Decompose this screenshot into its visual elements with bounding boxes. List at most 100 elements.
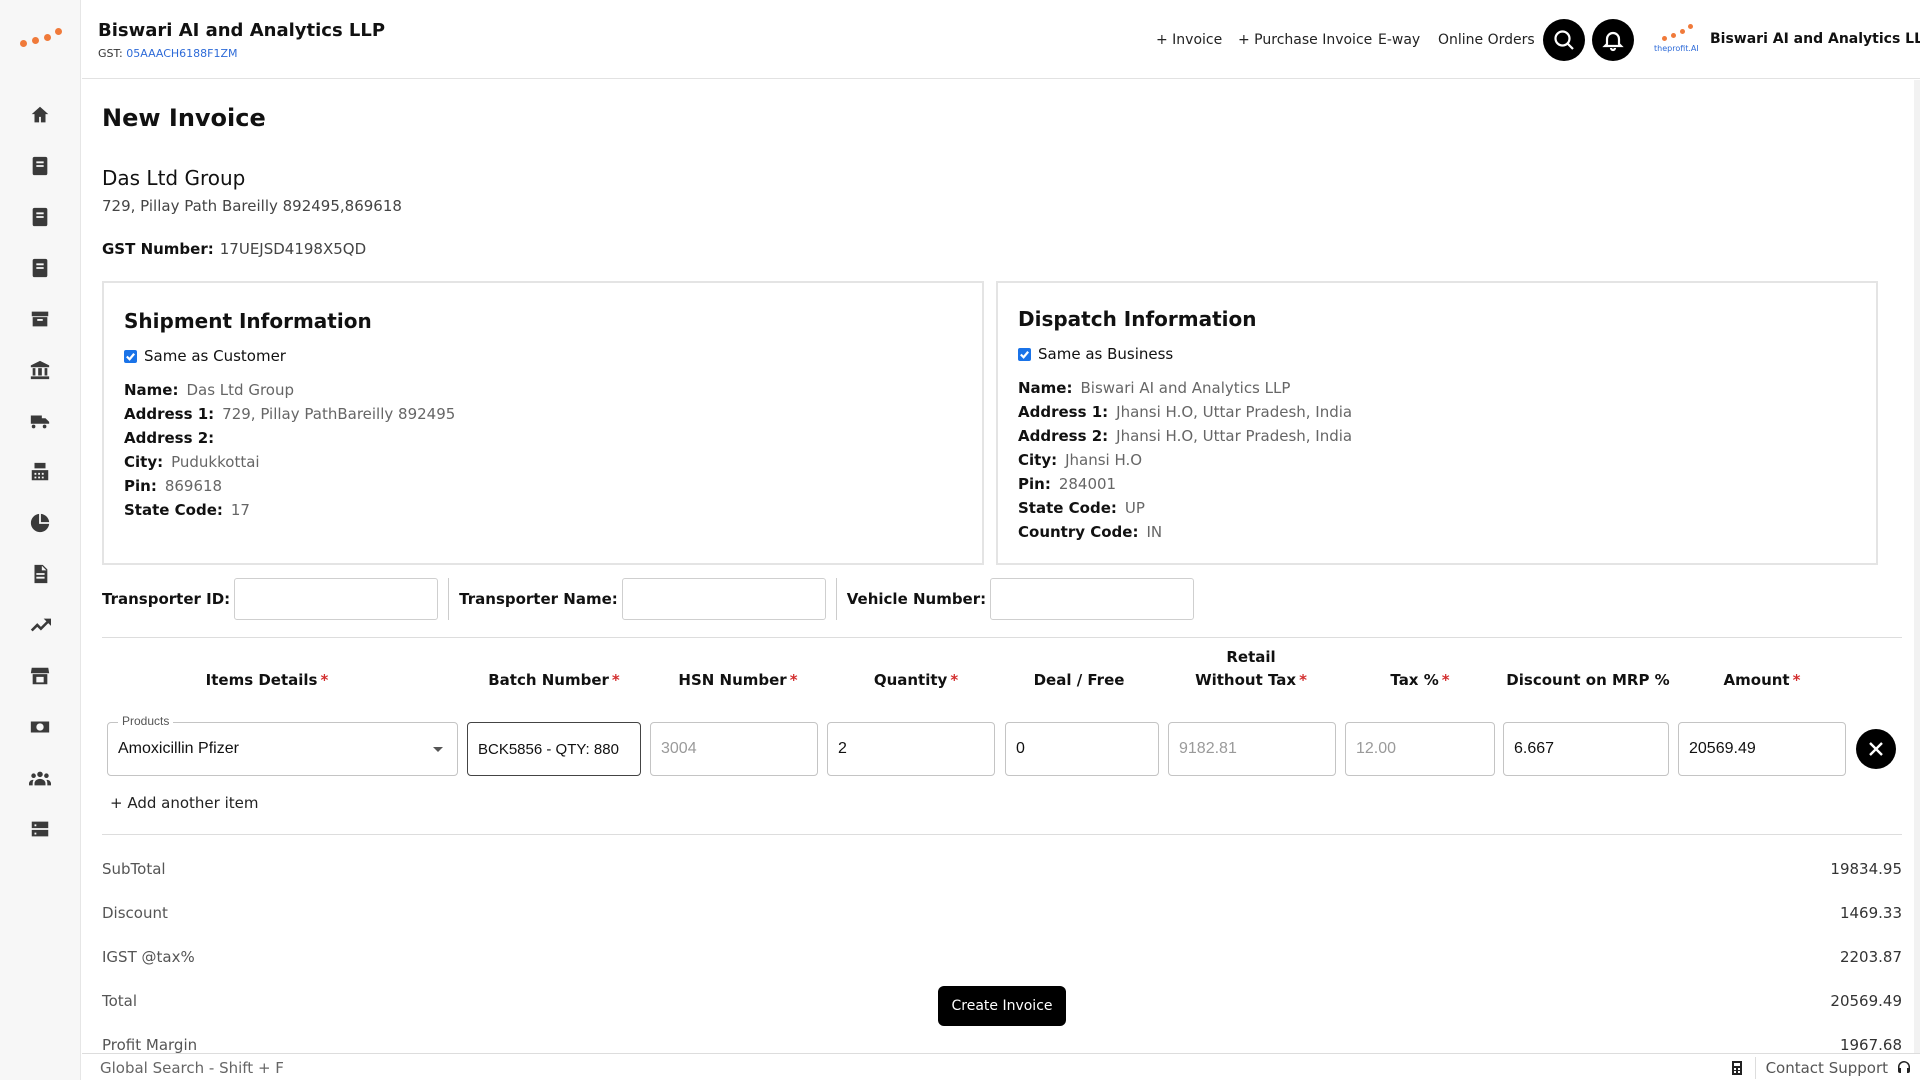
- shipment-info-box: Shipment Information Same as Customer Na…: [102, 281, 984, 565]
- brand-logo: theprofit.AI: [1654, 22, 1700, 56]
- col-deal-free: Deal / Free: [1033, 671, 1125, 689]
- col-amount: Amount *: [1723, 671, 1801, 689]
- add-item-button[interactable]: + Add another item: [110, 794, 258, 812]
- notifications-button[interactable]: [1592, 19, 1634, 61]
- col-hsn-number: HSN Number *: [678, 671, 798, 689]
- sidebar: [0, 0, 81, 1080]
- contact-support-link[interactable]: Contact Support: [1766, 1059, 1888, 1077]
- inventory-box-icon[interactable]: [28, 307, 52, 331]
- remove-item-button[interactable]: [1856, 729, 1896, 769]
- trending-up-icon[interactable]: [28, 613, 52, 637]
- vehicle-number-input[interactable]: [990, 578, 1195, 620]
- ledger-book-icon[interactable]: [28, 256, 52, 280]
- same-as-customer-checkbox[interactable]: Same as Customer: [124, 347, 286, 365]
- page-title: New Invoice: [102, 104, 266, 132]
- divider: [1754, 1057, 1756, 1079]
- bell-icon: [1602, 31, 1624, 52]
- same-as-business-checkbox[interactable]: Same as Business: [1018, 345, 1173, 363]
- retail-without-tax-input[interactable]: 9182.81: [1168, 722, 1336, 776]
- business-gst: GST: 05AAACH6188F1ZM: [98, 47, 238, 60]
- search-icon: [1554, 30, 1574, 50]
- discount-mrp-input[interactable]: 6.667: [1503, 722, 1669, 776]
- pos-terminal-icon[interactable]: [28, 460, 52, 484]
- col-retail-without-tax: Retail Without Tax *: [1195, 648, 1307, 689]
- divider: [102, 637, 1902, 638]
- customer-name: Das Ltd Group: [102, 166, 246, 190]
- new-invoice-link[interactable]: + Invoice: [1156, 32, 1222, 48]
- products-label: Products: [118, 714, 174, 728]
- shipment-city: City: Pudukkottai: [124, 453, 260, 471]
- customer-address: 729, Pillay Path Bareilly 892495,869618: [102, 197, 402, 215]
- create-invoice-button[interactable]: Create Invoice: [938, 986, 1066, 1026]
- col-items-details: Items Details *: [205, 671, 329, 689]
- deal-free-input[interactable]: 0: [1005, 722, 1159, 776]
- product-select[interactable]: Products Amoxicillin Pfizer: [107, 714, 458, 776]
- dispatch-info-box: Dispatch Information Same as Business Na…: [996, 281, 1878, 565]
- delivery-truck-icon[interactable]: [28, 409, 52, 433]
- customer-gst: GST Number: 17UEJSD4198X5QD: [102, 240, 367, 258]
- dispatch-name: Name: Biswari AI and Analytics LLP: [1018, 379, 1291, 397]
- dispatch-state-code: State Code: UP: [1018, 499, 1145, 517]
- users-group-icon[interactable]: [28, 766, 52, 790]
- transporter-row: Transporter ID: Transporter Name: Vehicl…: [102, 578, 1195, 620]
- divider: [448, 578, 450, 620]
- page-scrollbar[interactable]: [1914, 80, 1920, 1053]
- new-purchase-invoice-link[interactable]: + Purchase Invoice: [1238, 32, 1372, 48]
- pie-chart-icon[interactable]: [28, 511, 52, 535]
- purchase-book-icon[interactable]: [28, 205, 52, 229]
- dispatch-address1: Address 1: Jhansi H.O, Uttar Pradesh, Ind…: [1018, 403, 1353, 421]
- col-discount-mrp: Discount on MRP %: [1506, 671, 1670, 689]
- shipment-title: Shipment Information: [124, 309, 372, 333]
- chevron-down-icon: [433, 747, 443, 752]
- store-icon[interactable]: [28, 664, 52, 688]
- dispatch-title: Dispatch Information: [1018, 307, 1257, 331]
- close-icon: [1869, 742, 1883, 756]
- shipment-address2: Address 2:: [124, 429, 215, 447]
- home-icon[interactable]: [28, 103, 52, 127]
- shipment-state-code: State Code: 17: [124, 501, 250, 519]
- dispatch-city: City: Jhansi H.O: [1018, 451, 1143, 469]
- amount-input[interactable]: 20569.49: [1678, 722, 1846, 776]
- eway-link[interactable]: E-way: [1378, 32, 1420, 48]
- app-logo[interactable]: [18, 28, 64, 50]
- cash-icon[interactable]: [28, 715, 52, 739]
- transporter-id-input[interactable]: [234, 578, 439, 620]
- transporter-name-input[interactable]: [621, 578, 826, 620]
- global-search-hint[interactable]: Global Search - Shift + F: [100, 1059, 284, 1077]
- account-business-name[interactable]: Biswari AI and Analytics LLP: [1710, 31, 1920, 47]
- document-icon[interactable]: [28, 562, 52, 586]
- footer-bar: Global Search - Shift + F Contact Suppor…: [82, 1053, 1920, 1080]
- tax-input[interactable]: 12.00: [1345, 722, 1495, 776]
- business-name: Biswari AI and Analytics LLP: [98, 20, 386, 41]
- dispatch-pin: Pin: 284001: [1018, 475, 1117, 493]
- checkbox-checked-icon[interactable]: [124, 349, 137, 363]
- shipment-name: Name: Das Ltd Group: [124, 381, 295, 399]
- server-icon[interactable]: [28, 817, 52, 841]
- dispatch-country-code: Country Code: IN: [1018, 523, 1163, 541]
- calculator-icon[interactable]: [1729, 1060, 1745, 1076]
- online-orders-link[interactable]: Online Orders: [1438, 32, 1535, 48]
- transporter-id-label: Transporter ID:: [102, 590, 231, 608]
- batch-number-select[interactable]: BCK5856 - QTY: 880: [467, 722, 641, 776]
- shipment-address1: Address 1: 729, Pillay PathBareilly 89249…: [124, 405, 456, 423]
- col-batch-number: Batch Number *: [488, 671, 620, 689]
- business-gst-value: 05AAACH6188F1ZM: [126, 47, 238, 60]
- quantity-input[interactable]: 2: [827, 722, 995, 776]
- hsn-number-input[interactable]: 3004: [650, 722, 818, 776]
- footer-actions: Contact Support: [1729, 1057, 1912, 1079]
- checkbox-checked-icon[interactable]: [1018, 347, 1031, 361]
- col-tax: Tax % *: [1390, 671, 1450, 689]
- invoice-book-icon[interactable]: [28, 154, 52, 178]
- headset-icon[interactable]: [1896, 1060, 1912, 1076]
- top-header: Biswari AI and Analytics LLP GST: 05AAAC…: [82, 0, 1920, 79]
- divider: [835, 578, 837, 620]
- bank-icon[interactable]: [28, 358, 52, 382]
- dispatch-address2: Address 2: Jhansi H.O, Uttar Pradesh, Ind…: [1018, 427, 1353, 445]
- shipment-pin: Pin: 869618: [124, 477, 223, 495]
- invoice-form: New Invoice Das Ltd Group 729, Pillay Pa…: [82, 80, 1920, 1054]
- divider: [102, 834, 1902, 835]
- transporter-name-label: Transporter Name:: [459, 590, 618, 608]
- vehicle-number-label: Vehicle Number:: [846, 590, 987, 608]
- search-button[interactable]: [1543, 19, 1585, 61]
- col-quantity: Quantity *: [873, 671, 959, 689]
